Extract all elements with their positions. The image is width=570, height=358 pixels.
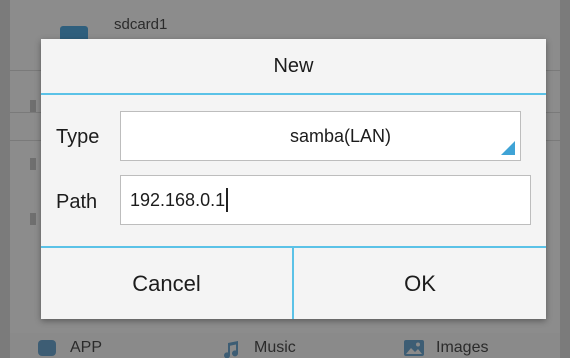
nav-item-label: APP: [70, 339, 103, 356]
nav-item-music[interactable]: Music: [222, 338, 296, 358]
dropdown-corner-arrow-icon: [501, 141, 515, 155]
type-dropdown[interactable]: samba(LAN): [120, 111, 521, 161]
cancel-button[interactable]: Cancel: [41, 248, 292, 319]
new-connection-dialog: New Type samba(LAN) Path 192.168.0.1 Can…: [41, 39, 546, 319]
dialog-title: New: [273, 54, 314, 77]
nav-item-app[interactable]: APP: [38, 338, 102, 358]
music-note-icon: [222, 340, 240, 358]
title-divider: [41, 93, 546, 95]
type-dropdown-value: samba(LAN): [289, 125, 392, 146]
image-icon: [404, 340, 424, 356]
path-input[interactable]: 192.168.0.1: [120, 175, 531, 225]
path-input-value: 192.168.0.1: [130, 189, 226, 210]
text-cursor: [226, 188, 229, 212]
type-label: Type: [56, 126, 100, 148]
nav-item-images[interactable]: Images: [404, 338, 488, 358]
path-label: Path: [56, 191, 98, 213]
app-icon: [38, 340, 56, 356]
nav-item-label: Images: [436, 339, 489, 356]
nav-item-label: Music: [254, 339, 296, 356]
storage-item-label[interactable]: sdcard1: [114, 16, 167, 33]
ok-button[interactable]: OK: [294, 248, 546, 319]
